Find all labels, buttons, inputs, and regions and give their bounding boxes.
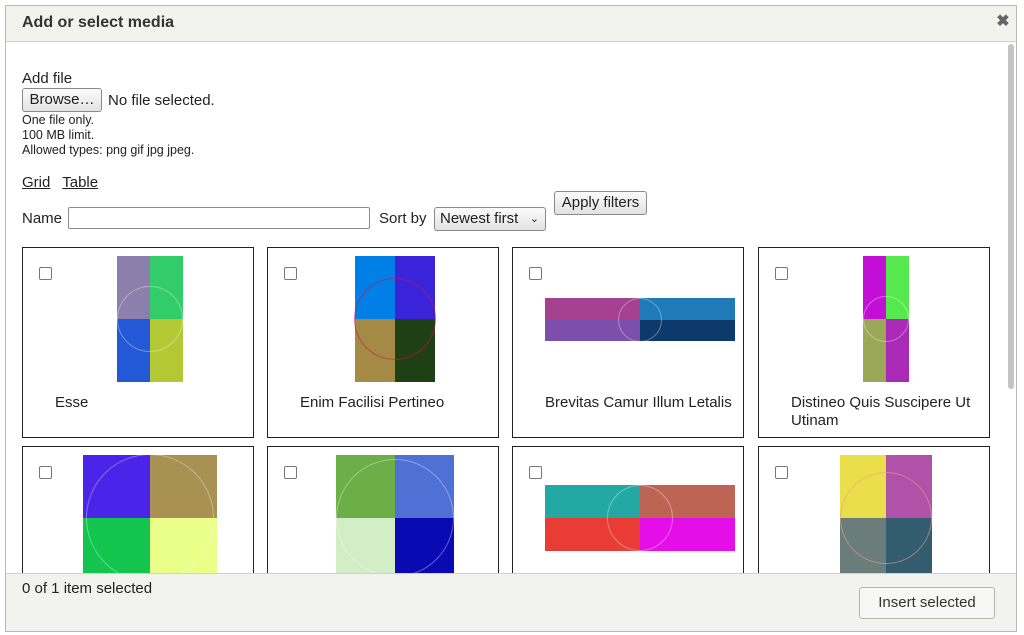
dialog-footer: 0 of 1 item selected Insert selected — [6, 573, 1016, 631]
table-view-link[interactable]: Table — [62, 174, 98, 191]
name-filter-label: Name — [22, 210, 63, 227]
media-select-checkbox[interactable] — [529, 466, 542, 479]
grid-view-link[interactable]: Grid — [22, 174, 50, 191]
close-icon[interactable]: ✖ — [996, 14, 1010, 30]
selection-status: 0 of 1 item selected — [22, 580, 153, 597]
media-item[interactable] — [758, 446, 990, 574]
name-filter-input[interactable] — [68, 207, 370, 229]
upload-description-types: Allowed types: png gif jpg jpeg. — [22, 143, 195, 157]
dialog-titlebar: Add or select media ✖ — [6, 6, 1016, 42]
chevron-down-icon: ⌄ — [529, 213, 539, 225]
media-select-checkbox[interactable] — [284, 466, 297, 479]
media-caption: Brevitas Camur Illum Letalis — [545, 394, 732, 411]
media-select-checkbox[interactable] — [39, 466, 52, 479]
media-thumbnail — [545, 297, 735, 342]
sort-by-select[interactable]: Newest first ⌄ — [434, 207, 546, 231]
view-switcher: Grid Table — [22, 174, 106, 191]
media-thumbnail — [545, 485, 735, 551]
media-select-checkbox[interactable] — [775, 466, 788, 479]
media-caption: Distineo Quis Suscipere Ut Utinam — [791, 394, 971, 429]
scrollbar[interactable] — [1008, 44, 1014, 389]
apply-filters-button[interactable]: Apply filters — [554, 191, 647, 215]
media-item[interactable] — [22, 446, 254, 574]
media-thumbnail — [840, 455, 932, 574]
media-thumbnail — [354, 256, 436, 382]
media-item[interactable]: Distineo Quis Suscipere Ut Utinam — [758, 247, 990, 438]
media-thumbnail — [863, 256, 909, 382]
media-caption: Esse — [55, 394, 89, 411]
upload-description-size: 100 MB limit. — [22, 128, 95, 142]
media-thumbnail — [336, 455, 454, 574]
media-select-checkbox[interactable] — [39, 267, 52, 280]
dialog-title: Add or select media — [22, 14, 175, 31]
sort-by-value: Newest first — [440, 210, 519, 227]
media-item[interactable] — [512, 446, 744, 574]
media-thumbnail — [117, 256, 183, 382]
browse-button[interactable]: Browse… — [22, 88, 102, 112]
media-select-checkbox[interactable] — [529, 267, 542, 280]
upload-description-count: One file only. — [22, 113, 95, 127]
dialog-body: Add file Browse… No file selected. One f… — [6, 42, 1016, 574]
add-file-label: Add file — [22, 70, 73, 87]
media-caption: Enim Facilisi Pertineo — [300, 394, 445, 411]
insert-selected-button[interactable]: Insert selected — [859, 587, 995, 619]
media-item[interactable]: Enim Facilisi Pertineo — [267, 247, 499, 438]
media-select-checkbox[interactable] — [775, 267, 788, 280]
media-item[interactable] — [267, 446, 499, 574]
sort-by-label: Sort by — [379, 210, 427, 227]
no-file-text: No file selected. — [108, 92, 215, 109]
media-item[interactable]: Esse — [22, 247, 254, 438]
media-dialog: Add or select media ✖ Add file Browse… N… — [5, 5, 1017, 632]
media-thumbnail — [83, 454, 217, 574]
media-select-checkbox[interactable] — [284, 267, 297, 280]
media-item[interactable]: Brevitas Camur Illum Letalis — [512, 247, 744, 438]
